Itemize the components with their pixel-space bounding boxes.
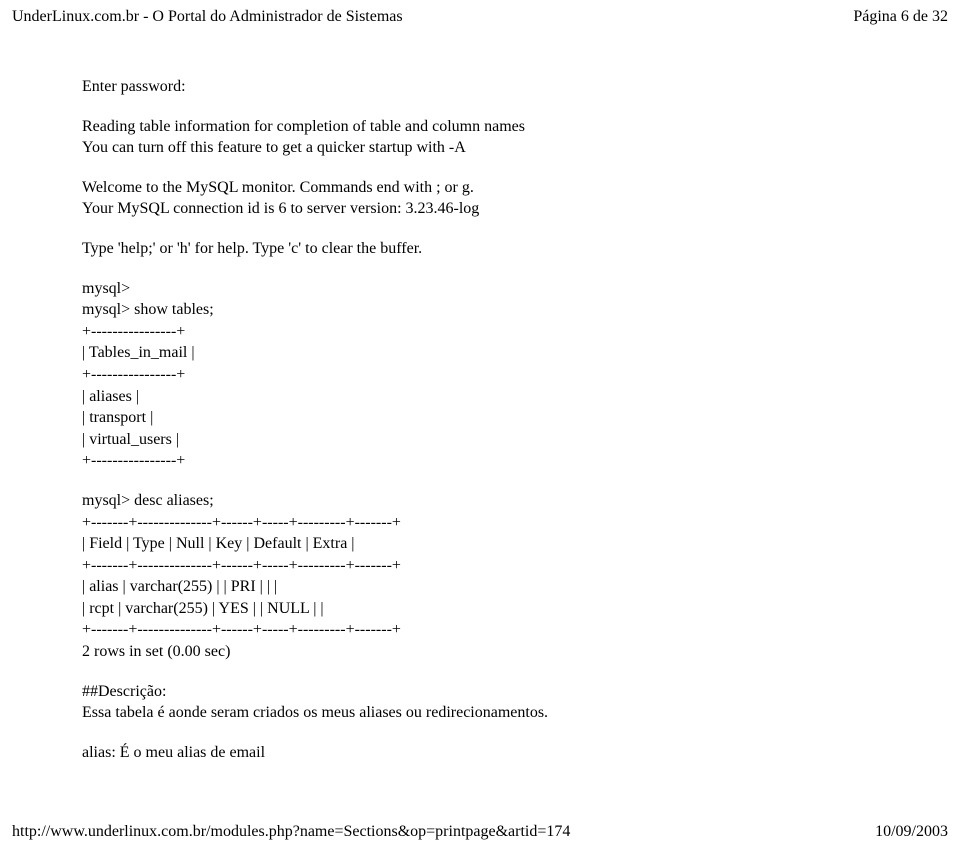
table-row: | virtual_users | — [82, 429, 948, 451]
table-row: | transport | — [82, 407, 948, 429]
reading-table-block: Reading table information for completion… — [82, 116, 948, 159]
help-line: Type 'help;' or 'h' for help. Type 'c' t… — [82, 238, 948, 260]
description-text: Essa tabela é aonde seram criados os meu… — [82, 702, 948, 724]
description-block: ##Descrição: Essa tabela é aonde seram c… — [82, 681, 948, 724]
mysql-command: mysql> desc aliases; — [82, 490, 948, 512]
table-row: | alias | varchar(255) | | PRI | | | — [82, 576, 948, 598]
page-footer: http://www.underlinux.com.br/modules.php… — [12, 823, 948, 841]
text-line: You can turn off this feature to get a q… — [82, 137, 948, 159]
welcome-block: Welcome to the MySQL monitor. Commands e… — [82, 177, 948, 220]
alias-line: alias: É o meu alias de email — [82, 742, 948, 764]
description-heading: ##Descrição: — [82, 681, 948, 703]
show-tables-block: mysql> mysql> show tables; +------------… — [82, 278, 948, 472]
text-line: Reading table information for completion… — [82, 116, 948, 138]
table-border: +-------+--------------+------+-----+---… — [82, 555, 948, 577]
header-site-title: UnderLinux.com.br - O Portal do Administ… — [12, 8, 403, 26]
mysql-command: mysql> show tables; — [82, 299, 948, 321]
document-content: Enter password: Reading table informatio… — [82, 76, 948, 763]
table-border: +----------------+ — [82, 321, 948, 343]
table-row: | aliases | — [82, 386, 948, 408]
desc-aliases-block: mysql> desc aliases; +-------+----------… — [82, 490, 948, 663]
enter-password-line: Enter password: — [82, 76, 948, 98]
table-border: +-------+--------------+------+-----+---… — [82, 512, 948, 534]
header-page-number: Página 6 de 32 — [853, 8, 948, 26]
text-line: Welcome to the MySQL monitor. Commands e… — [82, 177, 948, 199]
footer-date: 10/09/2003 — [875, 823, 948, 841]
table-border: +----------------+ — [82, 364, 948, 386]
table-border: +----------------+ — [82, 450, 948, 472]
table-border: +-------+--------------+------+-----+---… — [82, 619, 948, 641]
page-header: UnderLinux.com.br - O Portal do Administ… — [12, 8, 948, 26]
table-header: | Tables_in_mail | — [82, 342, 948, 364]
table-header: | Field | Type | Null | Key | Default | … — [82, 533, 948, 555]
mysql-prompt: mysql> — [82, 278, 948, 300]
table-row: | rcpt | varchar(255) | YES | | NULL | | — [82, 598, 948, 620]
result-line: 2 rows in set (0.00 sec) — [82, 641, 948, 663]
footer-url: http://www.underlinux.com.br/modules.php… — [12, 823, 570, 841]
text-line: Your MySQL connection id is 6 to server … — [82, 198, 948, 220]
